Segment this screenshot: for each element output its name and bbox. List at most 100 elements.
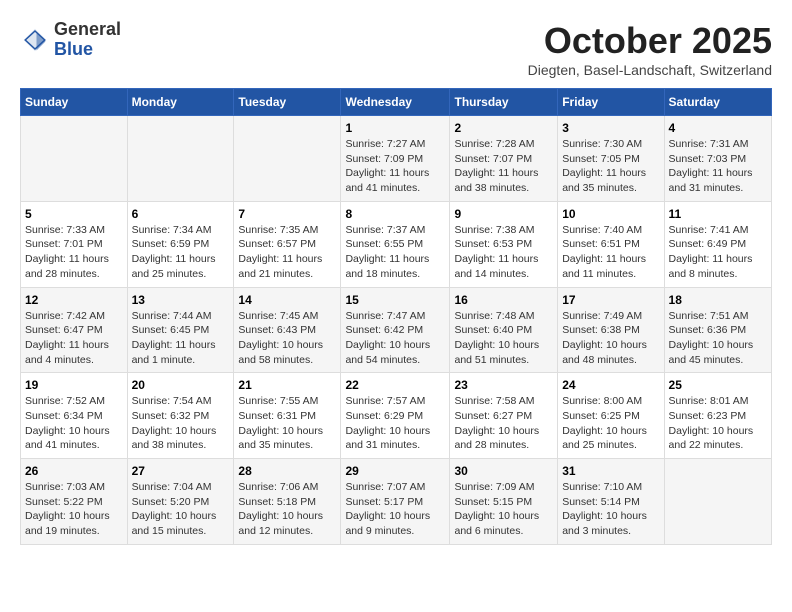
- day-info: Sunrise: 7:30 AMSunset: 7:05 PMDaylight:…: [562, 137, 659, 196]
- calendar-cell: 8 Sunrise: 7:37 AMSunset: 6:55 PMDaylight…: [341, 201, 450, 287]
- day-number: 10: [562, 207, 659, 221]
- calendar-table: SundayMondayTuesdayWednesdayThursdayFrid…: [20, 88, 772, 545]
- calendar-cell: 7 Sunrise: 7:35 AMSunset: 6:57 PMDaylight…: [234, 201, 341, 287]
- calendar-cell: 26Sunrise: 7:03 AMSunset: 5:22 PMDayligh…: [21, 459, 128, 545]
- day-info: Sunrise: 7:54 AMSunset: 6:32 PMDaylight:…: [132, 394, 230, 453]
- day-number: 31: [562, 464, 659, 478]
- calendar-cell: 20Sunrise: 7:54 AMSunset: 6:32 PMDayligh…: [127, 373, 234, 459]
- logo-icon: [20, 25, 50, 55]
- calendar-dow-saturday: Saturday: [664, 89, 771, 116]
- day-number: 19: [25, 378, 123, 392]
- day-number: 24: [562, 378, 659, 392]
- day-info: Sunrise: 7:27 AMSunset: 7:09 PMDaylight:…: [345, 137, 445, 196]
- page-header: General Blue October 2025 Diegten, Basel…: [20, 20, 772, 78]
- calendar-cell: 1Sunrise: 7:27 AMSunset: 7:09 PMDaylight…: [341, 116, 450, 202]
- day-info: Sunrise: 7:10 AMSunset: 5:14 PMDaylight:…: [562, 480, 659, 539]
- calendar-cell: 30Sunrise: 7:09 AMSunset: 5:15 PMDayligh…: [450, 459, 558, 545]
- calendar-cell: [21, 116, 128, 202]
- day-info: Sunrise: 7:49 AMSunset: 6:38 PMDaylight:…: [562, 309, 659, 368]
- calendar-cell: 18 Sunrise: 7:51 AMSunset: 6:36 PMDayligh…: [664, 287, 771, 373]
- calendar-dow-monday: Monday: [127, 89, 234, 116]
- calendar-cell: 24 Sunrise: 8:00 AMSunset: 6:25 PMDayligh…: [558, 373, 664, 459]
- calendar-dow-friday: Friday: [558, 89, 664, 116]
- day-info: Sunrise: 7:47 AMSunset: 6:42 PMDaylight:…: [345, 309, 445, 368]
- day-number: 21: [238, 378, 336, 392]
- calendar-cell: 19 Sunrise: 7:52 AMSunset: 6:34 PMDayligh…: [21, 373, 128, 459]
- day-info: Sunrise: 8:00 AMSunset: 6:25 PMDaylight:…: [562, 394, 659, 453]
- day-number: 28: [238, 464, 336, 478]
- calendar-cell: 16Sunrise: 7:48 AMSunset: 6:40 PMDayligh…: [450, 287, 558, 373]
- calendar-week-row: 12 Sunrise: 7:42 AMSunset: 6:47 PMDayligh…: [21, 287, 772, 373]
- day-info: Sunrise: 7:04 AMSunset: 5:20 PMDaylight:…: [132, 480, 230, 539]
- calendar-week-row: 26Sunrise: 7:03 AMSunset: 5:22 PMDayligh…: [21, 459, 772, 545]
- day-info: Sunrise: 7:58 AMSunset: 6:27 PMDaylight:…: [454, 394, 553, 453]
- calendar-cell: 4 Sunrise: 7:31 AMSunset: 7:03 PMDaylight…: [664, 116, 771, 202]
- day-info: Sunrise: 8:01 AMSunset: 6:23 PMDaylight:…: [669, 394, 767, 453]
- calendar-cell: 13 Sunrise: 7:44 AMSunset: 6:45 PMDayligh…: [127, 287, 234, 373]
- day-info: Sunrise: 7:52 AMSunset: 6:34 PMDaylight:…: [25, 394, 123, 453]
- logo-blue: Blue: [54, 40, 121, 60]
- day-number: 27: [132, 464, 230, 478]
- day-number: 23: [454, 378, 553, 392]
- calendar-cell: 10 Sunrise: 7:40 AMSunset: 6:51 PMDayligh…: [558, 201, 664, 287]
- calendar-cell: 28 Sunrise: 7:06 AMSunset: 5:18 PMDayligh…: [234, 459, 341, 545]
- day-number: 15: [345, 293, 445, 307]
- day-info: Sunrise: 7:42 AMSunset: 6:47 PMDaylight:…: [25, 309, 123, 368]
- calendar-cell: [234, 116, 341, 202]
- day-number: 4: [669, 121, 767, 135]
- day-number: 25: [669, 378, 767, 392]
- day-number: 3: [562, 121, 659, 135]
- calendar-cell: 3 Sunrise: 7:30 AMSunset: 7:05 PMDaylight…: [558, 116, 664, 202]
- logo-text: General Blue: [54, 20, 121, 60]
- day-info: Sunrise: 7:07 AMSunset: 5:17 PMDaylight:…: [345, 480, 445, 539]
- day-number: 22: [345, 378, 445, 392]
- calendar-cell: 17Sunrise: 7:49 AMSunset: 6:38 PMDayligh…: [558, 287, 664, 373]
- calendar-cell: 9Sunrise: 7:38 AMSunset: 6:53 PMDaylight…: [450, 201, 558, 287]
- day-info: Sunrise: 7:09 AMSunset: 5:15 PMDaylight:…: [454, 480, 553, 539]
- day-info: Sunrise: 7:45 AMSunset: 6:43 PMDaylight:…: [238, 309, 336, 368]
- day-number: 8: [345, 207, 445, 221]
- calendar-cell: 25 Sunrise: 8:01 AMSunset: 6:23 PMDayligh…: [664, 373, 771, 459]
- calendar-cell: 6Sunrise: 7:34 AMSunset: 6:59 PMDaylight…: [127, 201, 234, 287]
- calendar-cell: 21Sunrise: 7:55 AMSunset: 6:31 PMDayligh…: [234, 373, 341, 459]
- title-block: October 2025 Diegten, Basel-Landschaft, …: [528, 20, 772, 78]
- day-info: Sunrise: 7:35 AMSunset: 6:57 PMDaylight:…: [238, 223, 336, 282]
- calendar-week-row: 19 Sunrise: 7:52 AMSunset: 6:34 PMDayligh…: [21, 373, 772, 459]
- day-info: Sunrise: 7:37 AMSunset: 6:55 PMDaylight:…: [345, 223, 445, 282]
- day-number: 7: [238, 207, 336, 221]
- day-info: Sunrise: 7:06 AMSunset: 5:18 PMDaylight:…: [238, 480, 336, 539]
- day-info: Sunrise: 7:40 AMSunset: 6:51 PMDaylight:…: [562, 223, 659, 282]
- calendar-cell: 2Sunrise: 7:28 AMSunset: 7:07 PMDaylight…: [450, 116, 558, 202]
- day-info: Sunrise: 7:41 AMSunset: 6:49 PMDaylight:…: [669, 223, 767, 282]
- day-info: Sunrise: 7:03 AMSunset: 5:22 PMDaylight:…: [25, 480, 123, 539]
- calendar-cell: [664, 459, 771, 545]
- calendar-header-row: SundayMondayTuesdayWednesdayThursdayFrid…: [21, 89, 772, 116]
- day-number: 18: [669, 293, 767, 307]
- day-number: 13: [132, 293, 230, 307]
- day-info: Sunrise: 7:33 AMSunset: 7:01 PMDaylight:…: [25, 223, 123, 282]
- day-info: Sunrise: 7:48 AMSunset: 6:40 PMDaylight:…: [454, 309, 553, 368]
- calendar-cell: 27 Sunrise: 7:04 AMSunset: 5:20 PMDayligh…: [127, 459, 234, 545]
- logo-general: General: [54, 20, 121, 40]
- day-info: Sunrise: 7:28 AMSunset: 7:07 PMDaylight:…: [454, 137, 553, 196]
- month-title: October 2025: [528, 20, 772, 62]
- day-number: 9: [454, 207, 553, 221]
- day-info: Sunrise: 7:51 AMSunset: 6:36 PMDaylight:…: [669, 309, 767, 368]
- day-number: 29: [345, 464, 445, 478]
- calendar-dow-sunday: Sunday: [21, 89, 128, 116]
- calendar-cell: 29 Sunrise: 7:07 AMSunset: 5:17 PMDayligh…: [341, 459, 450, 545]
- calendar-dow-wednesday: Wednesday: [341, 89, 450, 116]
- calendar-cell: 11Sunrise: 7:41 AMSunset: 6:49 PMDayligh…: [664, 201, 771, 287]
- day-info: Sunrise: 7:44 AMSunset: 6:45 PMDaylight:…: [132, 309, 230, 368]
- calendar-week-row: 1Sunrise: 7:27 AMSunset: 7:09 PMDaylight…: [21, 116, 772, 202]
- day-info: Sunrise: 7:31 AMSunset: 7:03 PMDaylight:…: [669, 137, 767, 196]
- calendar-dow-thursday: Thursday: [450, 89, 558, 116]
- day-number: 14: [238, 293, 336, 307]
- day-number: 12: [25, 293, 123, 307]
- day-number: 5: [25, 207, 123, 221]
- day-number: 6: [132, 207, 230, 221]
- day-info: Sunrise: 7:57 AMSunset: 6:29 PMDaylight:…: [345, 394, 445, 453]
- calendar-cell: 22 Sunrise: 7:57 AMSunset: 6:29 PMDayligh…: [341, 373, 450, 459]
- calendar-cell: 31 Sunrise: 7:10 AMSunset: 5:14 PMDayligh…: [558, 459, 664, 545]
- calendar-cell: 5 Sunrise: 7:33 AMSunset: 7:01 PMDaylight…: [21, 201, 128, 287]
